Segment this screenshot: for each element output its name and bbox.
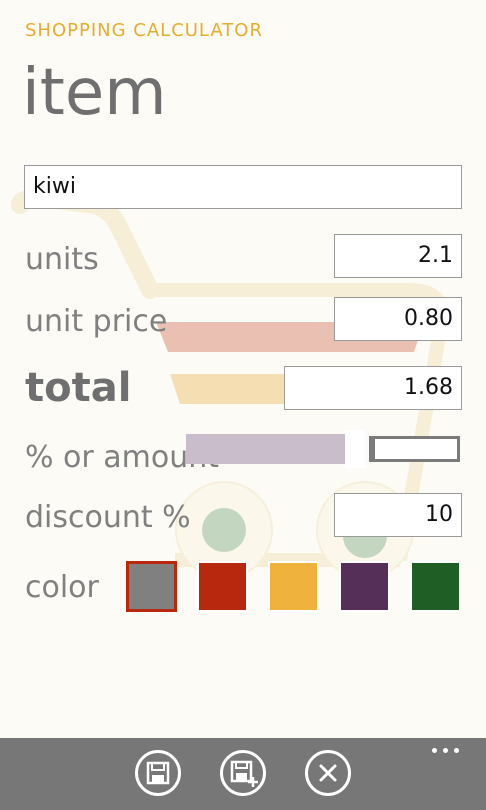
discount-label: discount % <box>25 500 191 535</box>
discount-input[interactable]: 10 <box>334 493 462 537</box>
more-options-button[interactable] <box>430 742 462 758</box>
color-swatch[interactable] <box>197 561 248 612</box>
color-label: color <box>25 570 99 605</box>
save-button[interactable] <box>135 750 181 796</box>
save-icon <box>146 761 170 785</box>
app-title: SHOPPING CALCULATOR <box>25 20 263 41</box>
save-as-new-button[interactable] <box>220 750 266 796</box>
color-swatch[interactable] <box>339 561 390 612</box>
page-title: item <box>22 56 167 130</box>
units-label: units <box>25 242 99 277</box>
unit-price-input[interactable]: 0.80 <box>334 297 462 341</box>
item-name-input[interactable]: kiwi <box>24 165 462 209</box>
cancel-icon <box>319 764 337 782</box>
cancel-button[interactable] <box>305 750 351 796</box>
discount-mode-slider-thumb[interactable] <box>345 430 365 468</box>
save-as-new-icon <box>230 760 258 787</box>
discount-mode-slider-fill <box>186 434 345 464</box>
units-input[interactable]: 2.1 <box>334 234 462 278</box>
color-swatch[interactable] <box>126 561 177 612</box>
discount-mode-slider[interactable] <box>186 430 460 468</box>
ellipsis-icon-dot <box>443 748 448 753</box>
total-input[interactable]: 1.68 <box>284 366 462 410</box>
ellipsis-icon-dot <box>454 748 459 753</box>
color-swatch[interactable] <box>410 561 461 612</box>
unit-price-label: unit price <box>25 304 168 339</box>
app-bar <box>0 738 486 810</box>
discount-mode-slider-track <box>369 436 460 462</box>
ellipsis-icon <box>432 748 437 753</box>
total-label: total <box>25 365 132 411</box>
color-swatch[interactable] <box>268 561 319 612</box>
